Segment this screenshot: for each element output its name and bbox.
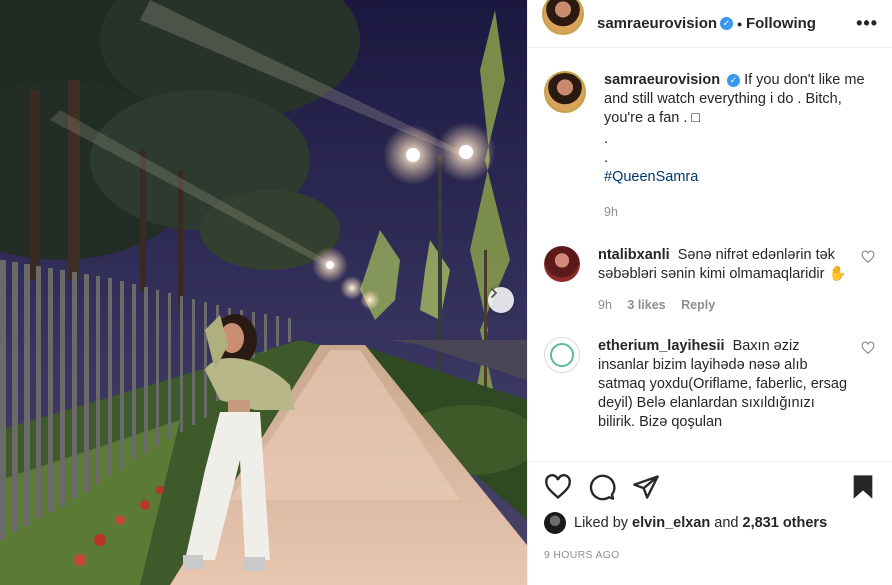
- action-icons: [544, 462, 877, 512]
- liked-by-user[interactable]: elvin_elxan: [632, 515, 710, 531]
- heart-icon[interactable]: [544, 473, 572, 501]
- following-button[interactable]: Following: [746, 15, 816, 32]
- comment-body: ntalibxanli Sənə nifrət edənlərin tək sə…: [598, 246, 877, 315]
- and-word: and: [714, 515, 739, 531]
- hashtag-link[interactable]: #QueenSamra: [604, 168, 877, 187]
- author-avatar[interactable]: [542, 0, 584, 35]
- caption-age[interactable]: 9h: [604, 205, 618, 219]
- more-options-button[interactable]: •••: [856, 13, 878, 34]
- verified-badge-icon: ✓: [720, 17, 734, 30]
- post-photo[interactable]: [0, 0, 527, 585]
- comment-icon[interactable]: [588, 473, 616, 501]
- liked-by: Liked by elvin_elxan and 2,831 others: [544, 512, 877, 534]
- post-details-panel: samraeurovision ✓ • Following ••• samrae…: [527, 0, 892, 585]
- caption-dot: .: [604, 131, 609, 147]
- commenter-avatar[interactable]: [544, 337, 580, 373]
- post-timestamp[interactable]: 9 HOURS AGO: [544, 549, 877, 561]
- bookmark-icon[interactable]: [849, 473, 877, 501]
- logo-ring-icon: [550, 343, 574, 367]
- next-photo-button[interactable]: [488, 287, 514, 313]
- verified-badge-icon: ✓: [727, 74, 741, 87]
- reply-button[interactable]: Reply: [681, 298, 715, 312]
- liker-avatar[interactable]: [544, 512, 566, 534]
- post-header: samraeurovision ✓ • Following •••: [528, 0, 892, 48]
- like-comment-heart-icon[interactable]: [861, 250, 875, 264]
- comment-age[interactable]: 9h: [598, 298, 612, 312]
- caption-username[interactable]: samraeurovision: [604, 72, 720, 88]
- comment-item: ntalibxanli Sənə nifrət edənlərin tək sə…: [544, 246, 877, 315]
- comment-meta: 9h 3 likes Reply: [598, 296, 851, 315]
- caption-body: samraeurovision ✓ If you don't like me an…: [604, 71, 877, 222]
- commenter-avatar[interactable]: [544, 246, 580, 282]
- caption-dot: .: [604, 150, 609, 166]
- comments-section[interactable]: samraeurovision ✓ If you don't like me an…: [528, 49, 892, 461]
- others-count[interactable]: 2,831 others: [743, 515, 828, 531]
- commenter-username[interactable]: ntalibxanli: [598, 247, 670, 263]
- night-street-scene: [0, 0, 527, 585]
- caption-meta: 9h: [604, 203, 877, 222]
- comment-likes[interactable]: 3 likes: [627, 298, 665, 312]
- caption-author-avatar[interactable]: [544, 71, 586, 113]
- caption: samraeurovision ✓ If you don't like me an…: [544, 71, 877, 222]
- post-actions: Liked by elvin_elxan and 2,831 others 9 …: [528, 461, 892, 585]
- instagram-post-modal: samraeurovision ✓ • Following ••• samrae…: [0, 0, 892, 585]
- author-username[interactable]: samraeurovision: [597, 15, 717, 32]
- separator-dot: •: [737, 15, 742, 32]
- comment-item: etherium_layihesii Baxın əziz insanlar b…: [544, 337, 877, 432]
- comment-body: etherium_layihesii Baxın əziz insanlar b…: [598, 337, 877, 432]
- chevron-right-icon: [491, 288, 498, 298]
- liked-by-prefix: Liked by: [574, 515, 629, 531]
- commenter-username[interactable]: etherium_layihesii: [598, 338, 725, 354]
- like-comment-heart-icon[interactable]: [861, 341, 875, 355]
- share-icon[interactable]: [632, 473, 660, 501]
